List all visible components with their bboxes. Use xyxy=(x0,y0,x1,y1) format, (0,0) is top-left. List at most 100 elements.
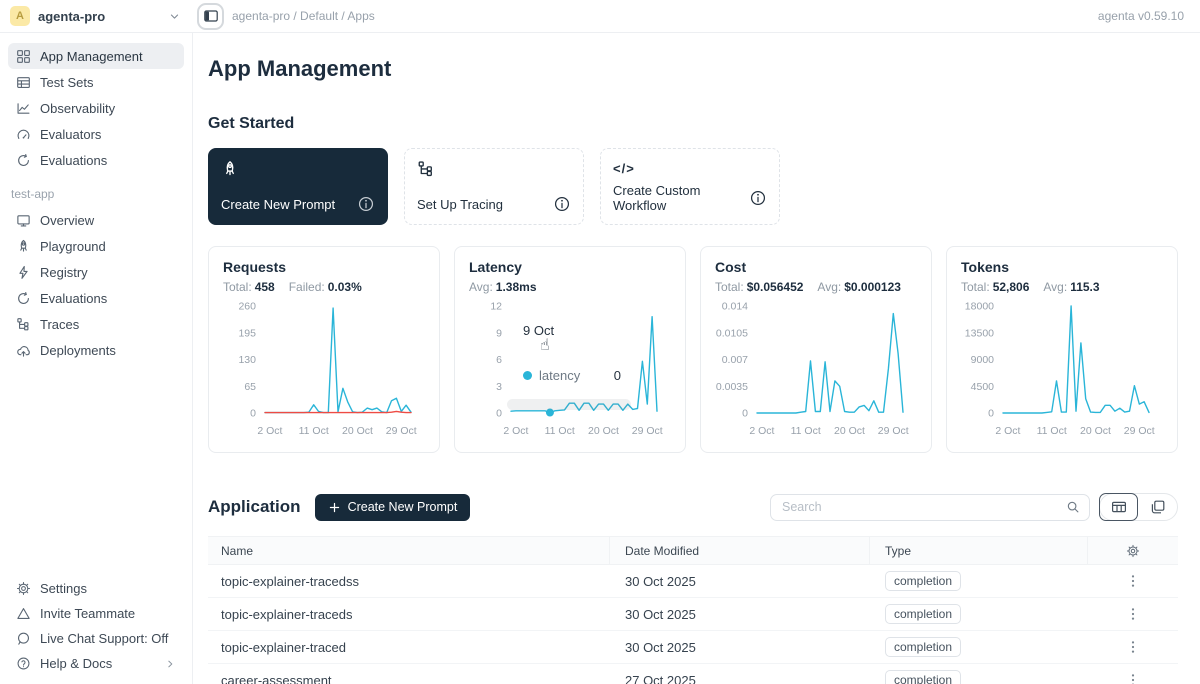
sidebar-item-help-docs[interactable]: Help & Docs xyxy=(8,651,184,676)
search-icon[interactable] xyxy=(1066,500,1080,514)
cost-chart[interactable]: 00.00350.0070.01050.0142 Oct11 Oct20 Oct… xyxy=(715,299,919,441)
triangle-icon xyxy=(16,606,31,621)
sidebar-item-invite-teammate[interactable]: Invite Teammate xyxy=(8,601,184,626)
application-heading: Application xyxy=(208,497,301,517)
set-up-tracing-card[interactable]: Set Up Tracing xyxy=(404,148,584,225)
create-new-prompt-button[interactable]: Create New Prompt xyxy=(315,494,471,521)
sidebar-item-registry[interactable]: Registry xyxy=(8,259,184,285)
row-menu-dots-icon[interactable] xyxy=(1125,606,1141,622)
row-menu-dots-icon[interactable] xyxy=(1125,672,1141,684)
metric-title: Requests xyxy=(223,259,425,275)
card-view-button[interactable] xyxy=(1138,494,1177,520)
svg-text:0.014: 0.014 xyxy=(722,301,748,313)
sidebar-item-live-chat-support[interactable]: Live Chat Support: Off xyxy=(8,626,184,651)
search-box xyxy=(770,494,1090,521)
svg-text:0: 0 xyxy=(988,408,994,420)
svg-text:3: 3 xyxy=(496,381,502,393)
tokens-chart[interactable]: 04500900013500180002 Oct11 Oct20 Oct29 O… xyxy=(961,299,1165,441)
table-view-button[interactable] xyxy=(1099,493,1138,521)
table-row[interactable]: topic-explainer-traceds 30 Oct 2025 comp… xyxy=(208,598,1178,631)
sidebar-item-overview[interactable]: Overview xyxy=(8,207,184,233)
row-menu-dots-icon[interactable] xyxy=(1125,573,1141,589)
svg-text:0: 0 xyxy=(250,408,256,420)
rocket-icon xyxy=(221,160,239,178)
info-icon[interactable] xyxy=(357,195,375,213)
svg-text:29 Oct: 29 Oct xyxy=(1124,425,1155,437)
sidebar-item-label: Observability xyxy=(40,101,115,116)
sidebar-item-label: App Management xyxy=(40,49,143,64)
svg-text:11 Oct: 11 Oct xyxy=(1037,425,1067,437)
sidebar-item-deployments[interactable]: Deployments xyxy=(8,337,184,363)
search-input[interactable] xyxy=(780,499,1059,515)
rocket-icon xyxy=(16,239,31,254)
info-icon[interactable] xyxy=(553,195,571,213)
app-date-modified: 30 Oct 2025 xyxy=(610,574,870,589)
sidebar-item-evaluations[interactable]: Evaluations xyxy=(8,147,184,173)
metric-stat: Total:$0.056452 xyxy=(715,280,803,294)
sidebar-item-evaluators[interactable]: Evaluators xyxy=(8,121,184,147)
requests-chart[interactable]: 0651301952602 Oct11 Oct20 Oct29 Oct xyxy=(223,299,427,441)
type-badge: completion xyxy=(885,670,961,684)
application-header: Application Create New Prompt xyxy=(208,493,1178,521)
svg-text:2 Oct: 2 Oct xyxy=(257,425,282,437)
svg-text:195: 195 xyxy=(238,327,256,339)
sidebar-item-observability[interactable]: Observability xyxy=(8,95,184,121)
column-header-name: Name xyxy=(208,537,610,564)
plus-icon xyxy=(328,501,341,514)
svg-text:130: 130 xyxy=(238,354,256,366)
cloud-icon xyxy=(16,343,31,358)
main-content: App Management Get Started Create New Pr… xyxy=(193,33,1200,684)
create-custom-workflow-card[interactable]: </> Create Custom Workflow xyxy=(600,148,780,225)
monitor-icon xyxy=(16,213,31,228)
tree-icon xyxy=(16,317,31,332)
metric-stat: Total:52,806 xyxy=(961,280,1029,294)
gauge-icon xyxy=(16,127,31,142)
sidebar-item-traces[interactable]: Traces xyxy=(8,311,184,337)
grid-icon xyxy=(16,49,31,64)
app-name: topic-explainer-traceds xyxy=(208,607,610,622)
latency-chart[interactable]: 0369122 Oct11 Oct20 Oct29 Oct xyxy=(469,299,673,441)
table-icon xyxy=(16,75,31,90)
table-row[interactable]: topic-explainer-traced 30 Oct 2025 compl… xyxy=(208,631,1178,664)
sidebar-collapse-button[interactable] xyxy=(203,8,219,24)
app-name: topic-explainer-traced xyxy=(208,640,610,655)
table-row[interactable]: career-assessment 27 Oct 2025 completion xyxy=(208,664,1178,684)
svg-text:2 Oct: 2 Oct xyxy=(749,425,774,437)
svg-text:4500: 4500 xyxy=(971,381,995,393)
sidebar-item-test-sets[interactable]: Test Sets xyxy=(8,69,184,95)
workspace-selector[interactable]: A agenta-pro xyxy=(0,6,193,26)
mouse-cursor-icon: ☝ xyxy=(540,335,550,354)
caret-right-icon xyxy=(164,658,176,670)
app-version: agenta v0.59.10 xyxy=(1098,9,1200,23)
info-icon[interactable] xyxy=(749,189,767,207)
arrows-cycle-icon xyxy=(16,291,31,306)
sidebar-item-app-management[interactable]: App Management xyxy=(8,43,184,69)
column-header-date-modified: Date Modified xyxy=(610,537,870,564)
column-settings-gear-icon[interactable] xyxy=(1126,544,1140,558)
svg-text:0.0035: 0.0035 xyxy=(716,381,748,393)
sidebar-item-app-evaluations[interactable]: Evaluations xyxy=(8,285,184,311)
sidebar-item-label: Overview xyxy=(40,213,94,228)
sidebar-item-settings[interactable]: Settings xyxy=(8,576,184,601)
tokens-metric-card: Tokens Total:52,806 Avg:115.3 0450090001… xyxy=(946,246,1178,453)
click-highlight-ring xyxy=(197,3,224,30)
sidebar-item-label: Evaluators xyxy=(40,127,101,142)
metric-title: Tokens xyxy=(961,259,1163,275)
requests-metric-card: Requests Total:458 Failed:0.03% 06513019… xyxy=(208,246,440,453)
gear-icon xyxy=(16,581,31,596)
type-badge: completion xyxy=(885,637,961,657)
metric-stat: Avg:115.3 xyxy=(1043,280,1099,294)
svg-text:29 Oct: 29 Oct xyxy=(386,425,417,437)
create-new-prompt-card[interactable]: Create New Prompt xyxy=(208,148,388,225)
svg-text:0.0105: 0.0105 xyxy=(716,327,748,339)
tree-icon xyxy=(417,160,435,178)
sidebar-item-playground[interactable]: Playground xyxy=(8,233,184,259)
metrics-row: Requests Total:458 Failed:0.03% 06513019… xyxy=(208,246,1178,453)
table-row[interactable]: topic-explainer-tracedss 30 Oct 2025 com… xyxy=(208,565,1178,598)
row-menu-dots-icon[interactable] xyxy=(1125,639,1141,655)
cost-metric-card: Cost Total:$0.056452 Avg:$0.000123 00.00… xyxy=(700,246,932,453)
sidebar-group-label: test-app xyxy=(11,187,184,201)
sidebar-item-label: Deployments xyxy=(40,343,116,358)
sidebar-item-label: Settings xyxy=(40,581,87,596)
app-date-modified: 30 Oct 2025 xyxy=(610,640,870,655)
